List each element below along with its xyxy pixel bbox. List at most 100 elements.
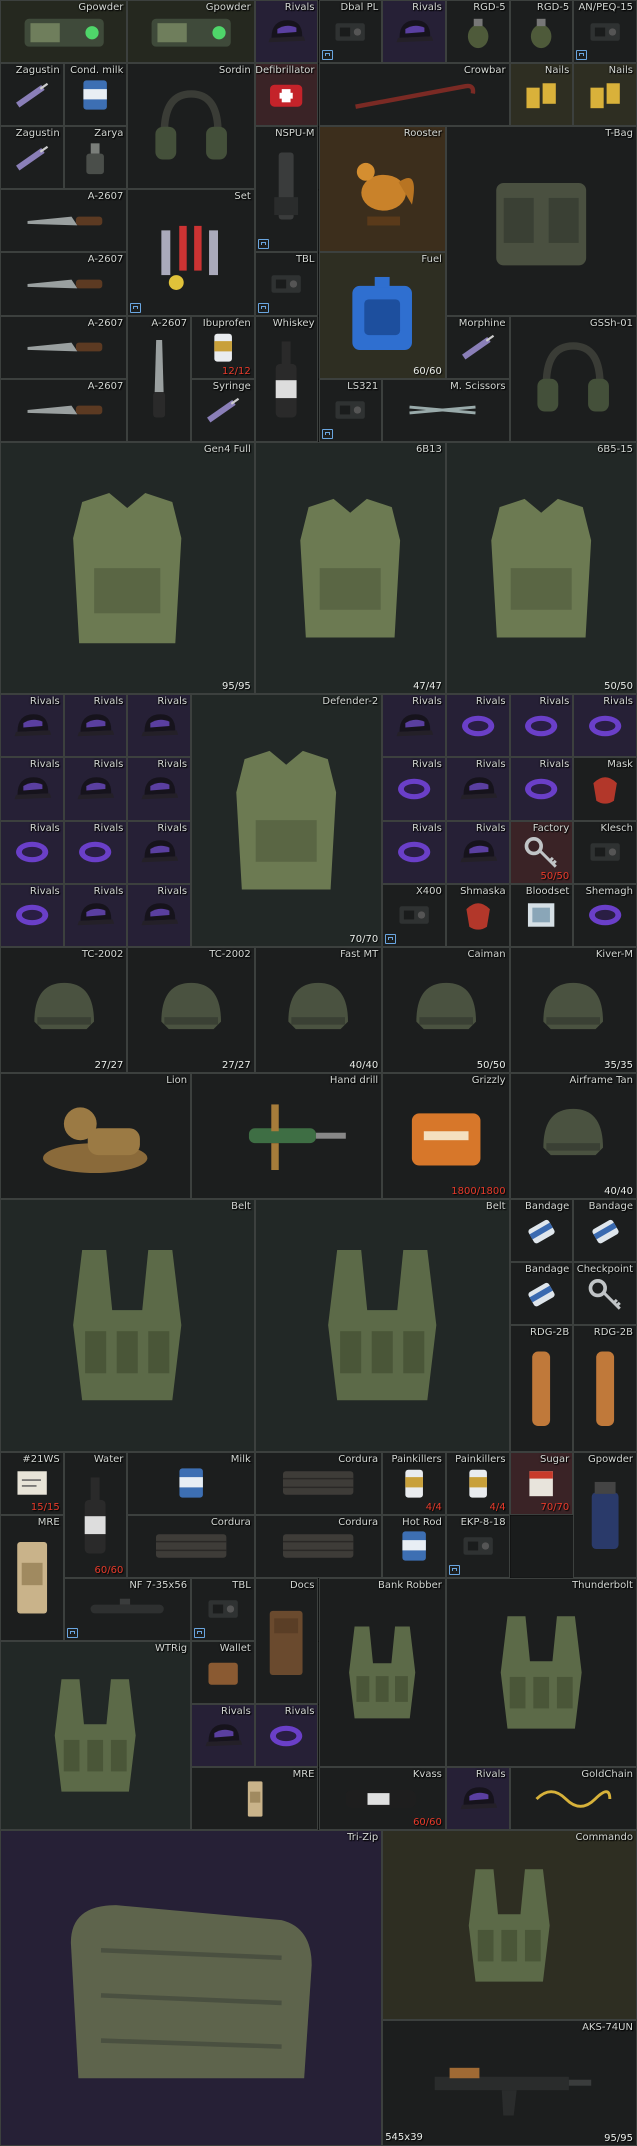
stash-item[interactable]: Morphine xyxy=(445,315,510,379)
stash-item[interactable]: Gen4 Full 95/95 xyxy=(0,441,255,695)
stash-item[interactable]: Bandage xyxy=(573,1199,637,1263)
stash-item[interactable]: NSPU-M xyxy=(254,126,319,253)
stash-item[interactable]: Grizzly 1800/1800 xyxy=(382,1073,510,1200)
stash-item[interactable]: Rivals xyxy=(382,820,446,884)
stash-item[interactable]: Tri-Zip xyxy=(0,1830,383,2146)
stash-item[interactable]: Defender-2 70/70 xyxy=(191,694,383,947)
stash-item[interactable]: Rivals xyxy=(63,820,128,884)
stash-item[interactable]: Airframe Tan 40/40 xyxy=(509,1073,637,1200)
stash-item[interactable]: A-2607 xyxy=(0,378,128,442)
stash-item[interactable]: TC-2002 27/27 xyxy=(0,946,128,1073)
stash-item[interactable]: Syringe xyxy=(191,378,255,442)
stash-item[interactable]: Rivals xyxy=(382,0,446,64)
stash-item[interactable]: Rivals xyxy=(445,694,510,758)
stash-item[interactable]: Whiskey xyxy=(254,315,319,442)
stash-item[interactable]: Shemagh xyxy=(573,883,637,947)
stash-item[interactable]: WTRig xyxy=(0,1641,192,1831)
stash-item[interactable]: Fast MT 40/40 xyxy=(254,946,383,1073)
stash-item[interactable]: Rivals xyxy=(573,694,637,758)
stash-item[interactable]: Zarya xyxy=(63,126,128,190)
stash-item[interactable]: Cordura xyxy=(127,1514,255,1578)
stash-item[interactable]: Bloodset xyxy=(509,883,574,947)
stash-item[interactable]: Belt xyxy=(0,1199,255,1452)
stash-item[interactable]: Water 60/60 xyxy=(63,1451,128,1578)
stash-item[interactable]: Wallet xyxy=(191,1641,255,1705)
stash-item[interactable]: Rivals xyxy=(127,757,192,821)
stash-item[interactable]: Nails xyxy=(509,63,574,127)
stash-item[interactable]: 6B13 47/47 xyxy=(254,441,446,695)
stash-item[interactable]: Rivals xyxy=(382,694,446,758)
stash-item[interactable]: Rivals xyxy=(191,1704,255,1768)
stash-item[interactable]: #21WS 15/15 xyxy=(0,1451,64,1515)
stash-item[interactable]: NF 7-35x56 xyxy=(63,1577,192,1642)
stash-item[interactable]: TBL xyxy=(191,1577,255,1642)
stash-item[interactable]: Hot Rod xyxy=(382,1514,446,1578)
stash-item[interactable]: RGD-5 xyxy=(445,0,510,64)
stash-item[interactable]: Rivals xyxy=(0,883,64,947)
stash-item[interactable]: Rivals xyxy=(509,694,574,758)
stash-item[interactable]: Rivals xyxy=(254,0,319,64)
stash-item[interactable]: MRE xyxy=(0,1514,64,1642)
stash-item[interactable]: AKS-74UN 95/95 xyxy=(382,2019,637,2146)
stash-item[interactable]: Defibrillator xyxy=(254,63,319,127)
stash-item[interactable]: Caiman 50/50 xyxy=(382,946,510,1073)
stash-item[interactable]: Rivals xyxy=(509,757,574,821)
stash-item[interactable]: Bandage xyxy=(509,1262,574,1326)
stash-item[interactable]: Dbal PL xyxy=(318,0,383,64)
stash-item[interactable]: GSSh-01 xyxy=(509,315,637,442)
stash-item[interactable]: Lion xyxy=(0,1073,192,1200)
stash-item[interactable]: Rivals xyxy=(382,757,446,821)
stash-item[interactable]: Cordura xyxy=(254,1514,383,1578)
stash-item[interactable]: Bandage xyxy=(509,1199,574,1263)
stash-item[interactable]: Rivals xyxy=(254,1704,319,1768)
stash-item[interactable]: Rivals xyxy=(445,820,510,884)
stash-item[interactable]: A-2607 xyxy=(0,189,128,253)
stash-item[interactable]: TBL xyxy=(254,252,319,316)
stash-item[interactable]: Rivals xyxy=(0,694,64,758)
stash-item[interactable]: Rivals xyxy=(63,883,128,947)
stash-item[interactable]: Rivals xyxy=(445,757,510,821)
stash-item[interactable]: Rooster xyxy=(318,126,446,253)
stash-item[interactable]: M. Scissors xyxy=(382,378,510,442)
stash-item[interactable]: AN/PEQ-15 xyxy=(573,0,637,64)
stash-item[interactable]: Fuel 60/60 xyxy=(318,252,446,379)
stash-item[interactable]: Gpowder xyxy=(127,0,255,64)
stash-item[interactable]: Rivals xyxy=(127,883,192,947)
stash-item[interactable]: Bank Robber xyxy=(318,1577,446,1768)
stash-item[interactable]: Belt xyxy=(254,1199,510,1452)
stash-item[interactable]: Hand drill xyxy=(191,1073,383,1200)
stash-item[interactable]: Mask xyxy=(573,757,637,821)
stash-item[interactable]: Thunderbolt xyxy=(445,1577,637,1768)
stash-item[interactable]: Gpowder xyxy=(573,1451,637,1578)
stash-item[interactable]: Rivals xyxy=(0,820,64,884)
stash-item[interactable]: Cordura xyxy=(254,1451,383,1515)
stash-item[interactable]: Factory 50/50 xyxy=(509,820,574,884)
stash-item[interactable]: A-2607 xyxy=(0,252,128,316)
stash-item[interactable]: Gpowder xyxy=(0,0,128,64)
stash-item[interactable]: Zagustin xyxy=(0,63,64,127)
stash-item[interactable]: TC-2002 27/27 xyxy=(127,946,255,1073)
stash-item[interactable]: 6B5-15 50/50 xyxy=(445,441,637,695)
stash-item[interactable]: Rivals xyxy=(127,694,192,758)
stash-item[interactable]: Rivals xyxy=(445,1767,510,1831)
stash-item[interactable]: Zagustin xyxy=(0,126,64,190)
stash-item[interactable]: RDG-2B xyxy=(573,1325,637,1452)
stash-item[interactable]: Ibuprofen 12/12 xyxy=(191,315,255,379)
stash-item[interactable]: Rivals xyxy=(63,694,128,758)
stash-item[interactable]: Rivals xyxy=(0,757,64,821)
stash-item[interactable]: LS321 xyxy=(318,378,383,442)
stash-item[interactable]: Commando xyxy=(382,1830,637,2020)
stash-item[interactable]: Docs xyxy=(254,1577,319,1705)
stash-item[interactable]: Set xyxy=(127,189,255,316)
stash-item[interactable]: Crowbar xyxy=(318,63,510,127)
stash-item[interactable]: GoldChain xyxy=(509,1767,637,1831)
stash-item[interactable]: X400 xyxy=(382,883,446,947)
stash-item[interactable]: Cond. milk xyxy=(63,63,128,127)
stash-item[interactable]: Checkpoint xyxy=(573,1262,637,1326)
stash-item[interactable]: Shmaska xyxy=(445,883,510,947)
stash-item[interactable]: Rivals xyxy=(127,820,192,884)
stash-item[interactable]: Nails xyxy=(573,63,637,127)
stash-item[interactable]: Sugar 70/70 xyxy=(509,1451,574,1515)
stash-item[interactable]: A-2607 xyxy=(0,315,128,379)
stash-item[interactable]: Klesch xyxy=(573,820,637,884)
